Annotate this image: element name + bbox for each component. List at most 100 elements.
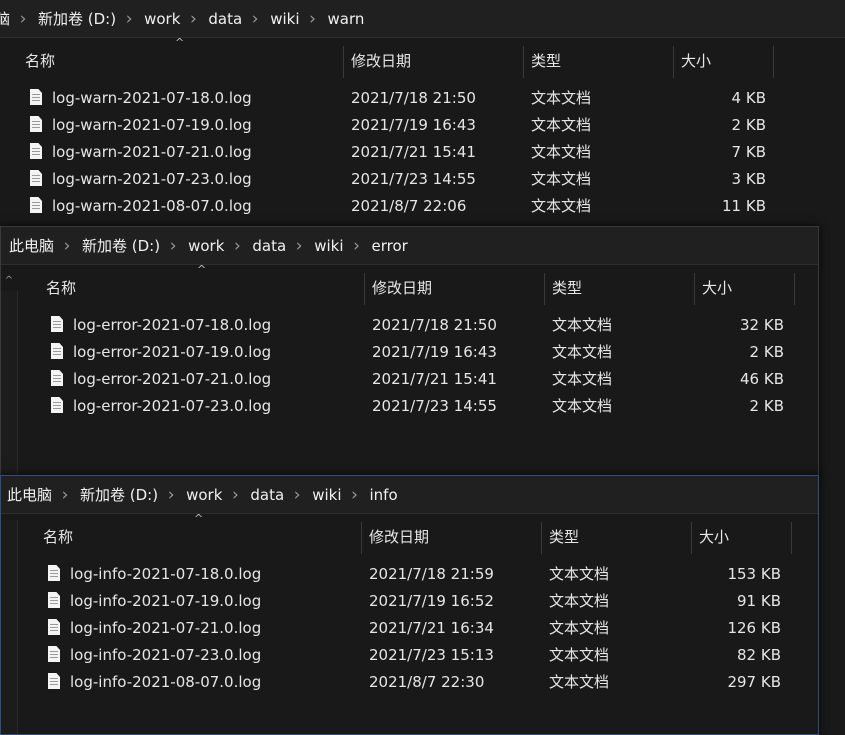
text-file-icon [30, 197, 42, 213]
column-header-name[interactable]: 名称 [46, 271, 76, 305]
file-row[interactable]: log-info-2021-07-18.0.log 2021/7/18 21:59… [1, 561, 818, 588]
file-row[interactable]: log-info-2021-08-07.0.log 2021/8/7 22:30 文… [1, 669, 818, 696]
file-date: 2021/7/23 14:55 [351, 170, 476, 188]
file-name: log-info-2021-07-18.0.log [70, 565, 262, 583]
column-divider[interactable] [523, 46, 524, 78]
file-type: 文本文档 [552, 397, 613, 415]
file-name: log-warn-2021-07-23.0.log [52, 170, 252, 188]
sort-ascending-icon: ^ [175, 36, 185, 49]
breadcrumb-item[interactable]: work [186, 237, 224, 255]
chevron-right-icon[interactable]: › [284, 485, 310, 505]
chevron-right-icon[interactable]: › [224, 236, 250, 256]
chevron-right-icon[interactable]: › [52, 485, 78, 505]
breadcrumb-item[interactable]: warn [326, 10, 365, 28]
chevron-right-icon[interactable]: › [180, 9, 206, 29]
file-date: 2021/7/18 21:59 [369, 565, 494, 583]
file-date: 2021/7/18 21:50 [372, 316, 497, 334]
file-size: 91 KB [737, 592, 781, 610]
file-name: log-warn-2021-08-07.0.log [52, 197, 252, 215]
file-row[interactable]: log-warn-2021-08-07.0.log 2021/8/7 22:06 文… [0, 193, 845, 220]
breadcrumb-item[interactable]: 电脑 [0, 8, 10, 29]
text-file-icon [48, 673, 60, 689]
file-row[interactable]: log-warn-2021-07-21.0.log 2021/7/21 15:41… [0, 139, 845, 166]
column-header-type[interactable]: 类型 [531, 44, 561, 78]
breadcrumb-item[interactable]: work [142, 10, 180, 28]
breadcrumb-item[interactable]: work [184, 486, 222, 504]
file-size: 3 KB [731, 170, 766, 188]
file-size: 2 KB [749, 343, 784, 361]
file-row[interactable]: log-info-2021-07-23.0.log 2021/7/23 15:13… [1, 642, 818, 669]
file-type: 文本文档 [552, 343, 613, 361]
column-header-name[interactable]: 名称 [43, 520, 73, 554]
chevron-right-icon[interactable]: › [160, 236, 186, 256]
breadcrumb-item[interactable]: wiki [312, 237, 343, 255]
breadcrumb-item[interactable]: error [370, 237, 408, 255]
chevron-right-icon[interactable]: › [158, 485, 184, 505]
breadcrumb-item[interactable]: data [248, 486, 284, 504]
text-file-icon [51, 343, 63, 359]
file-row[interactable]: log-warn-2021-07-19.0.log 2021/7/19 16:43… [0, 112, 845, 139]
file-date: 2021/7/19 16:43 [351, 116, 476, 134]
file-row[interactable]: log-error-2021-07-19.0.log 2021/7/19 16:4… [1, 339, 818, 366]
file-date: 2021/7/18 21:50 [351, 89, 476, 107]
address-bar[interactable]: 此电脑 › 新加卷 (D:) › work › data › wiki › error [1, 227, 818, 265]
column-header-type[interactable]: 类型 [552, 271, 582, 305]
file-row[interactable]: log-warn-2021-07-23.0.log 2021/7/23 14:55… [0, 166, 845, 193]
column-header-date[interactable]: 修改日期 [351, 44, 411, 78]
breadcrumb-item[interactable]: 新加卷 (D:) [78, 484, 158, 505]
breadcrumb-item[interactable]: 此电脑 [5, 484, 52, 505]
breadcrumb-item[interactable]: data [250, 237, 286, 255]
column-header-size[interactable]: 大小 [699, 520, 729, 554]
file-row[interactable]: log-info-2021-07-21.0.log 2021/7/21 16:34… [1, 615, 818, 642]
address-bar[interactable]: 电脑›新加卷 (D:)›work›data›wiki›warn [0, 0, 845, 38]
chevron-right-icon[interactable]: › [116, 9, 142, 29]
breadcrumb-item[interactable]: info [368, 486, 398, 504]
file-row[interactable]: log-error-2021-07-23.0.log 2021/7/23 14:5… [1, 393, 818, 420]
breadcrumb-item[interactable]: data [206, 10, 242, 28]
column-header-date[interactable]: 修改日期 [369, 520, 429, 554]
text-file-icon [48, 619, 60, 635]
file-row[interactable]: log-error-2021-07-21.0.log 2021/7/21 15:4… [1, 366, 818, 393]
chevron-right-icon[interactable]: › [300, 9, 326, 29]
column-divider[interactable] [673, 46, 674, 78]
file-name: log-info-2021-08-07.0.log [70, 673, 262, 691]
chevron-right-icon[interactable]: › [222, 485, 248, 505]
column-divider[interactable] [364, 273, 365, 305]
column-header-name[interactable]: 名称 [25, 44, 55, 78]
text-file-icon [30, 143, 42, 159]
column-divider[interactable] [541, 522, 542, 554]
column-divider[interactable] [544, 273, 545, 305]
breadcrumb-item[interactable]: 新加卷 (D:) [80, 235, 160, 256]
breadcrumb-item[interactable]: 新加卷 (D:) [36, 8, 116, 29]
column-header-size[interactable]: 大小 [702, 271, 732, 305]
breadcrumb-item[interactable]: wiki [268, 10, 299, 28]
text-file-icon [51, 370, 63, 386]
column-header-date[interactable]: 修改日期 [372, 271, 432, 305]
sort-ascending-icon: ^ [197, 263, 207, 276]
chevron-right-icon[interactable]: › [10, 9, 36, 29]
file-row[interactable]: log-info-2021-07-19.0.log 2021/7/19 16:52… [1, 588, 818, 615]
column-header-size[interactable]: 大小 [681, 44, 711, 78]
file-row[interactable]: log-error-2021-07-18.0.log 2021/7/18 21:5… [1, 312, 818, 339]
breadcrumb-item[interactable]: 此电脑 [7, 235, 54, 256]
address-bar[interactable]: 此电脑 › 新加卷 (D:) › work › data › wiki › info [1, 476, 818, 514]
column-divider[interactable] [694, 273, 695, 305]
breadcrumb-item[interactable]: wiki [310, 486, 341, 504]
chevron-right-icon[interactable]: › [54, 236, 80, 256]
file-type: 文本文档 [552, 316, 613, 334]
chevron-right-icon[interactable]: › [344, 236, 370, 256]
column-header-row: ^ 名称 修改日期 类型 大小 [1, 263, 818, 305]
column-header-type[interactable]: 类型 [549, 520, 579, 554]
column-divider[interactable] [691, 522, 692, 554]
file-row[interactable]: log-warn-2021-07-18.0.log 2021/7/18 21:50… [0, 85, 845, 112]
chevron-right-icon[interactable]: › [286, 236, 312, 256]
column-divider[interactable] [343, 46, 344, 78]
chevron-right-icon[interactable]: › [342, 485, 368, 505]
file-date: 2021/7/21 15:41 [372, 370, 497, 388]
column-divider[interactable] [361, 522, 362, 554]
column-divider[interactable] [794, 273, 795, 305]
column-divider[interactable] [791, 522, 792, 554]
column-divider[interactable] [773, 46, 774, 78]
file-name: log-info-2021-07-21.0.log [70, 619, 262, 637]
chevron-right-icon[interactable]: › [242, 9, 268, 29]
